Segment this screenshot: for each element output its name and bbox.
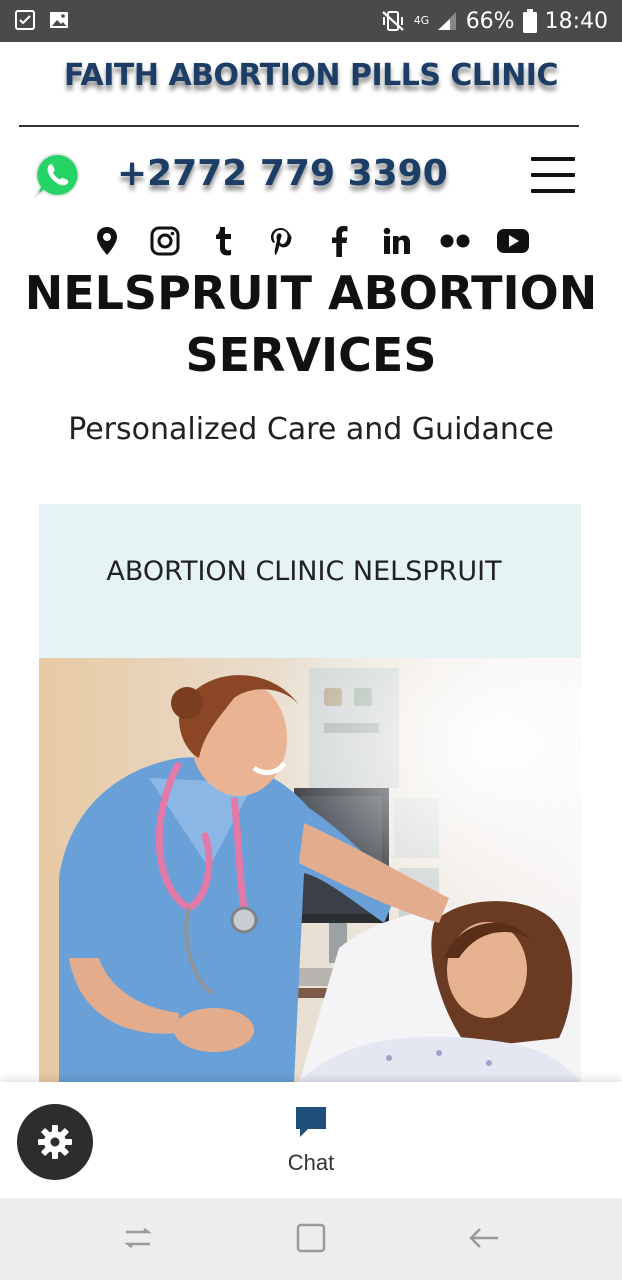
page-heading: NELSPRUIT ABORTION SERVICES	[24, 266, 598, 382]
home-icon[interactable]	[293, 1220, 329, 1256]
page-subheading: Personalized Care and Guidance	[68, 412, 554, 447]
location-pin-icon[interactable]	[88, 222, 126, 260]
signal-icon	[437, 12, 456, 30]
phone-number[interactable]: +2772 779 3390	[117, 153, 448, 194]
chat-bar	[0, 1082, 622, 1198]
social-links	[88, 222, 532, 260]
recent-apps-icon[interactable]	[120, 1220, 156, 1256]
whatsapp-icon[interactable]	[33, 151, 81, 199]
youtube-icon[interactable]	[494, 222, 532, 260]
chat-label[interactable]: Chat	[0, 1150, 622, 1176]
system-nav-bar	[0, 1198, 622, 1280]
battery-icon	[522, 9, 537, 33]
facebook-icon[interactable]	[320, 222, 358, 260]
clock: 18:40	[544, 8, 608, 34]
hamburger-menu-icon[interactable]	[531, 155, 575, 195]
banner-text: ABORTION CLINIC NELSPRUIT	[106, 556, 502, 587]
checklist-notification-icon	[15, 10, 35, 30]
linkedin-icon[interactable]	[378, 222, 416, 260]
instagram-icon[interactable]	[146, 222, 184, 260]
pinterest-icon[interactable]	[262, 222, 300, 260]
hero-image	[39, 658, 581, 1083]
battery-percent: 66%	[465, 8, 515, 34]
header-divider	[19, 125, 579, 127]
back-icon[interactable]	[466, 1220, 502, 1256]
chat-icon[interactable]	[293, 1104, 329, 1140]
flickr-icon[interactable]	[436, 222, 474, 260]
tumblr-icon[interactable]	[204, 222, 242, 260]
image-notification-icon	[50, 12, 68, 28]
network-type: 4G	[413, 14, 430, 27]
status-bar: 4G 66% 18:40	[0, 0, 622, 42]
banner: ABORTION CLINIC NELSPRUIT	[39, 504, 581, 658]
vibrate-mute-icon	[381, 11, 404, 31]
clinic-title[interactable]: FAITH ABORTION PILLS CLINIC	[0, 58, 622, 93]
